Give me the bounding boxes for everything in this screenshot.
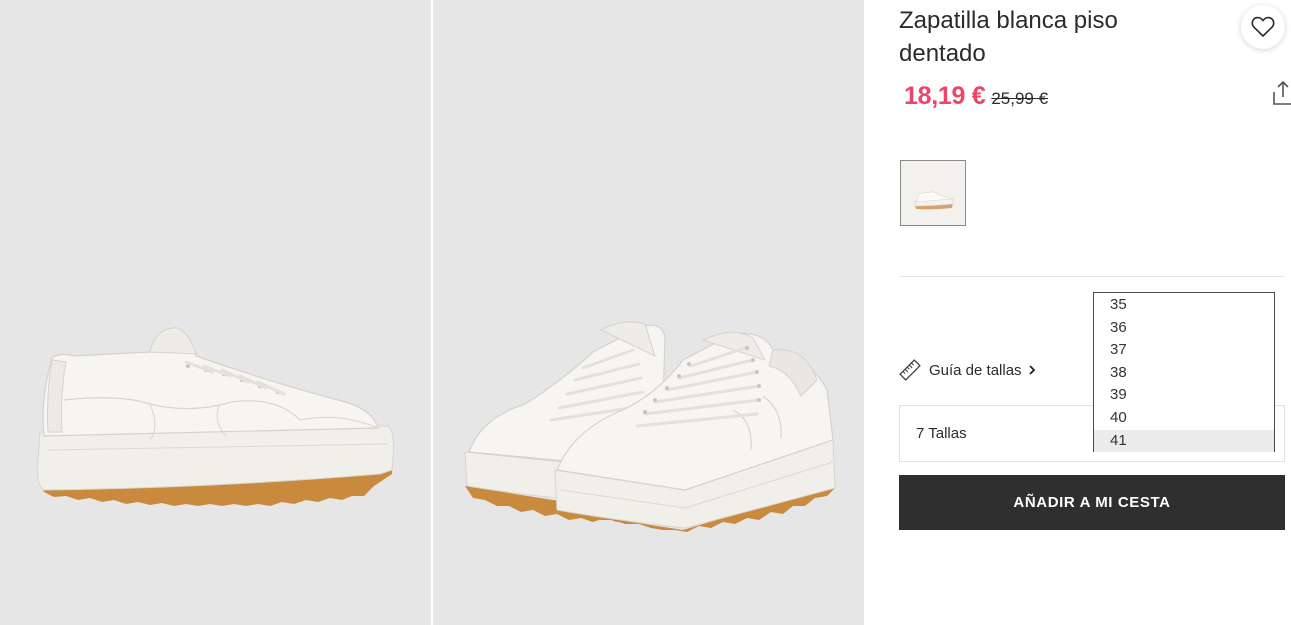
size-option-38[interactable]: 38 [1094,362,1274,385]
product-info-panel: Zapatilla blanca piso dentado 18,19 € 25… [899,0,1291,625]
original-price: 25,99 € [991,89,1049,108]
size-select-value: 7 Tallas [916,425,967,442]
color-thumbnail[interactable] [900,160,966,226]
size-option-39[interactable]: 39 [1094,384,1274,407]
size-option-35[interactable]: 35 [1094,294,1274,317]
size-option-37[interactable]: 37 [1094,339,1274,362]
favorite-button[interactable] [1241,5,1285,49]
size-guide-link[interactable]: Guía de tallas [899,359,1036,381]
shoe-pair-illustration [464,321,836,532]
size-option-41[interactable]: 41 [1094,429,1274,453]
product-photo-pair[interactable] [433,0,864,625]
shoe-side-illustration [37,327,394,506]
price-row: 18,19 € 25,99 € [904,82,1048,111]
share-button[interactable] [1272,80,1291,106]
size-dropdown-list[interactable]: 35 36 37 38 39 40 41 [1093,292,1275,453]
size-guide-label: Guía de tallas [929,361,1022,379]
size-option-36[interactable]: 36 [1094,317,1274,340]
shoe-thumbnail-image [901,161,965,225]
chevron-right-icon [1028,365,1035,375]
heart-icon [1251,16,1275,37]
size-option-40[interactable]: 40 [1094,407,1274,430]
sale-price: 18,19 € [904,82,986,110]
product-photo-side[interactable] [0,0,431,625]
product-title: Zapatilla blanca piso dentado [899,7,1118,67]
section-divider [899,276,1285,277]
product-gallery [0,0,864,625]
add-to-cart-button[interactable]: AÑADIR A MI CESTA [899,475,1285,530]
share-icon [1273,81,1291,105]
ruler-icon [899,359,921,381]
